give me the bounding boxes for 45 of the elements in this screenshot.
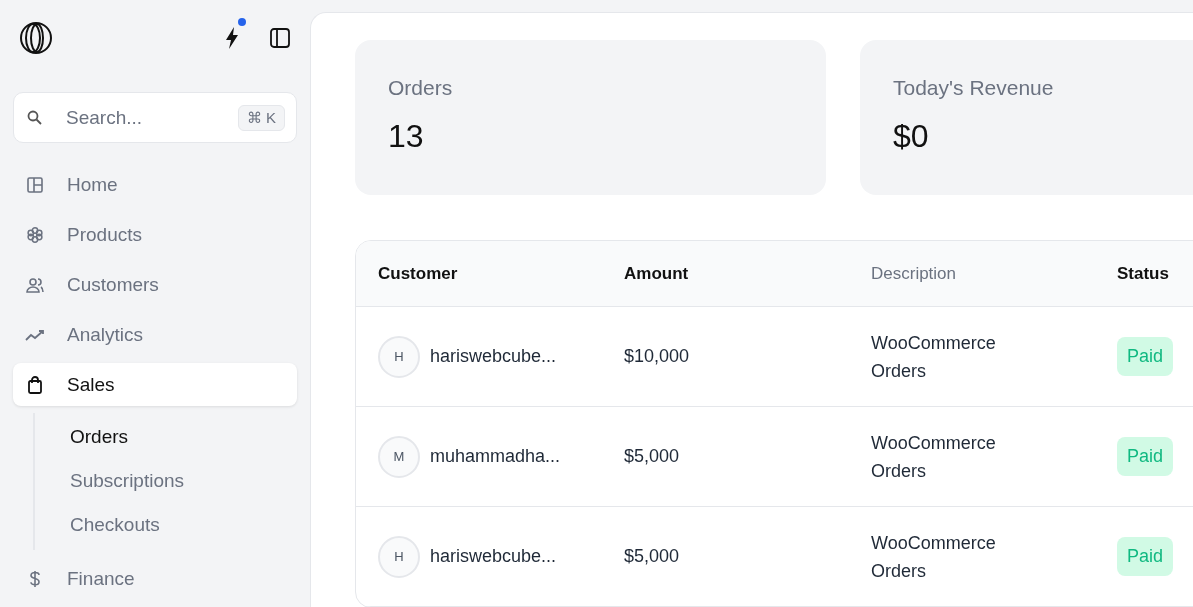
column-header[interactable]: Customer — [378, 263, 624, 284]
bag-icon — [27, 375, 43, 394]
trend-icon — [25, 327, 45, 342]
subnav-item[interactable]: Checkouts — [70, 509, 160, 540]
search-icon — [27, 110, 42, 125]
dollar-icon — [29, 569, 41, 588]
sidebar-toggle-icon[interactable] — [269, 26, 291, 49]
status-badge: Paid — [1117, 337, 1174, 376]
logo-icon[interactable] — [19, 20, 53, 55]
stat-value: 13 — [388, 118, 425, 155]
amount-cell-text: $5,000 — [624, 446, 681, 467]
status-badge: Paid — [1117, 537, 1174, 576]
nav-item[interactable]: Home — [13, 163, 297, 206]
shortcut-hint: ⌘ K — [237, 104, 285, 131]
column-header[interactable]: Amount — [624, 263, 871, 284]
description-cell-text: WooCommerce Orders — [871, 331, 997, 383]
description-cell-text: WooCommerce Orders — [871, 431, 997, 483]
search-input[interactable]: Search... — [64, 105, 238, 130]
stat-label: Orders — [388, 76, 454, 100]
description-cell-text: WooCommerce Orders — [871, 531, 997, 583]
column-header[interactable]: Status — [1117, 263, 1193, 284]
status-badge: Paid — [1117, 437, 1174, 476]
subnav-item[interactable]: Orders — [70, 421, 129, 452]
lightning-icon[interactable] — [225, 26, 239, 49]
stat-label: Today's Revenue — [893, 76, 1055, 100]
avatar: H — [378, 535, 420, 578]
stat-value: $0 — [893, 118, 930, 155]
users-icon — [25, 275, 45, 294]
nav-item[interactable]: Finance — [13, 557, 297, 600]
customer-name: muhammadha... — [430, 446, 561, 467]
avatar: H — [378, 335, 420, 378]
amount-cell-text: $5,000 — [624, 546, 681, 567]
customer-name: hariswebcube... — [430, 546, 557, 567]
nav-item[interactable]: Products — [13, 213, 297, 256]
column-header[interactable]: Description — [871, 263, 1117, 284]
avatar: M — [378, 435, 420, 478]
flower-icon — [26, 225, 44, 244]
search-field[interactable]: Search... ⌘ K — [13, 92, 297, 143]
nav-item[interactable]: Sales — [13, 363, 297, 406]
customer-name: hariswebcube... — [430, 346, 557, 367]
layout-icon — [26, 175, 44, 194]
amount-cell-text: $10,000 — [624, 346, 691, 367]
nav-item[interactable]: Analytics — [13, 313, 297, 356]
nav-item[interactable]: Customers — [13, 263, 297, 306]
subnav-item[interactable]: Subscriptions — [70, 465, 185, 496]
